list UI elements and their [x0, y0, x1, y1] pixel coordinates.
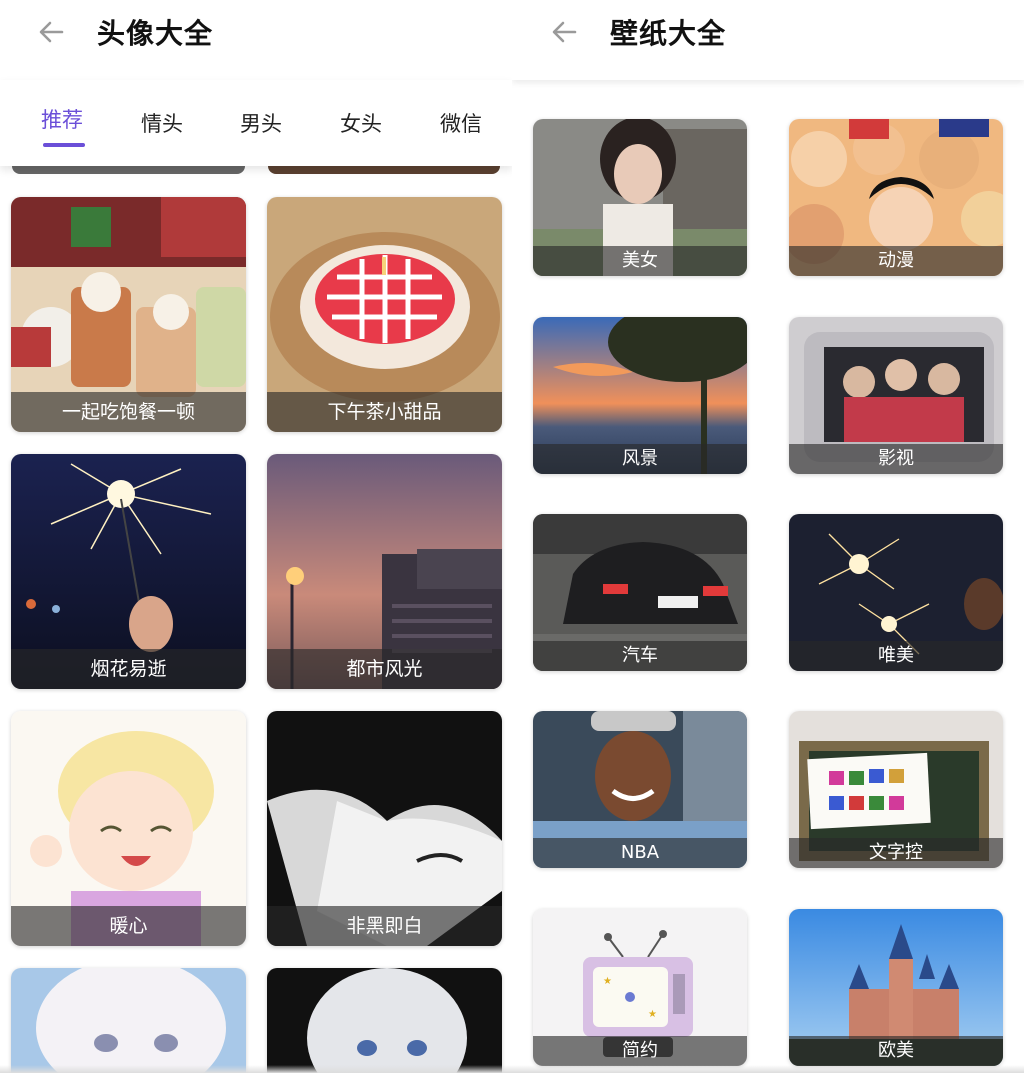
card-caption: 烟花易逝 — [11, 649, 246, 689]
svg-text:★: ★ — [603, 976, 612, 987]
avatar-app-bar: 头像大全 — [0, 0, 512, 80]
card-caption: 影视 — [789, 444, 1003, 474]
wallpaper-card[interactable]: ★ ★ 简约 — [533, 909, 747, 1066]
wallpaper-card[interactable]: NBA — [533, 711, 747, 868]
card-caption: 美女 — [533, 246, 747, 276]
wallpaper-card[interactable]: 唯美 — [789, 514, 1003, 671]
wallpaper-card[interactable]: 美女 — [533, 119, 747, 276]
card-caption: NBA — [533, 838, 747, 868]
anime-white-hair-image — [11, 968, 246, 1073]
active-tab-indicator — [43, 143, 85, 147]
card-caption: 下午茶小甜品 — [267, 392, 502, 432]
avatar-card[interactable] — [267, 968, 502, 1073]
back-button[interactable] — [32, 14, 72, 50]
avatar-card[interactable]: 非黑即白 — [267, 711, 502, 946]
avatar-card[interactable]: 都市风光 — [267, 454, 502, 689]
page-title: 头像大全 — [97, 17, 214, 50]
tab-couple[interactable]: 情头 — [141, 108, 183, 138]
avatar-card[interactable]: 烟花易逝 — [11, 454, 246, 689]
card-caption: 唯美 — [789, 641, 1003, 671]
tab-wechat[interactable]: 微信 — [440, 108, 482, 138]
avatar-card[interactable]: 暖心 — [11, 711, 246, 946]
card-caption: 非黑即白 — [267, 906, 502, 946]
tab-male[interactable]: 男头 — [240, 108, 282, 138]
wallpaper-card[interactable]: 欧美 — [789, 909, 1003, 1066]
wallpaper-card[interactable]: 文字控 — [789, 711, 1003, 868]
card-caption: 风景 — [533, 444, 747, 474]
avatar-card[interactable]: 下午茶小甜品 — [267, 197, 502, 432]
arrow-left-icon — [552, 21, 577, 43]
svg-text:★: ★ — [648, 1009, 657, 1020]
wallpaper-card[interactable]: 动漫 — [789, 119, 1003, 276]
category-tabs: 推荐 情头 男头 女头 微信 — [0, 80, 512, 166]
wallpaper-card[interactable]: 影视 — [789, 317, 1003, 474]
avatar-card[interactable]: 一起吃饱餐一顿 — [11, 197, 246, 432]
wallpaper-app-bar: 壁纸大全 — [512, 0, 1024, 80]
wallpaper-card[interactable]: 汽车 — [533, 514, 747, 671]
tab-recommend[interactable]: 推荐 — [41, 104, 83, 134]
back-button[interactable] — [545, 14, 585, 50]
anime-silver-hair-image — [267, 968, 502, 1073]
card-caption: 简约 — [533, 1036, 747, 1066]
card-caption: 汽车 — [533, 641, 747, 671]
card-caption: 欧美 — [789, 1036, 1003, 1066]
avatar-gallery-panel: 头像大全 推荐 情头 男头 女头 微信 一起吃饱餐一顿 下午茶小甜品 烟花易逝 … — [0, 0, 512, 1073]
tab-female[interactable]: 女头 — [340, 108, 382, 138]
avatar-card[interactable] — [11, 968, 246, 1073]
wallpaper-gallery-panel: 壁纸大全 美女 动漫 风景 影视 汽车 唯美 NBA 文字控 ★ ★ 简约 欧美 — [512, 0, 1024, 1073]
page-title: 壁纸大全 — [610, 17, 727, 50]
arrow-left-icon — [39, 21, 64, 43]
card-caption: 文字控 — [789, 838, 1003, 868]
wallpaper-card[interactable]: 风景 — [533, 317, 747, 474]
card-caption: 都市风光 — [267, 649, 502, 689]
card-caption: 一起吃饱餐一顿 — [11, 392, 246, 432]
card-caption: 动漫 — [789, 246, 1003, 276]
card-caption: 暖心 — [11, 906, 246, 946]
bottom-edge — [0, 1065, 1024, 1073]
